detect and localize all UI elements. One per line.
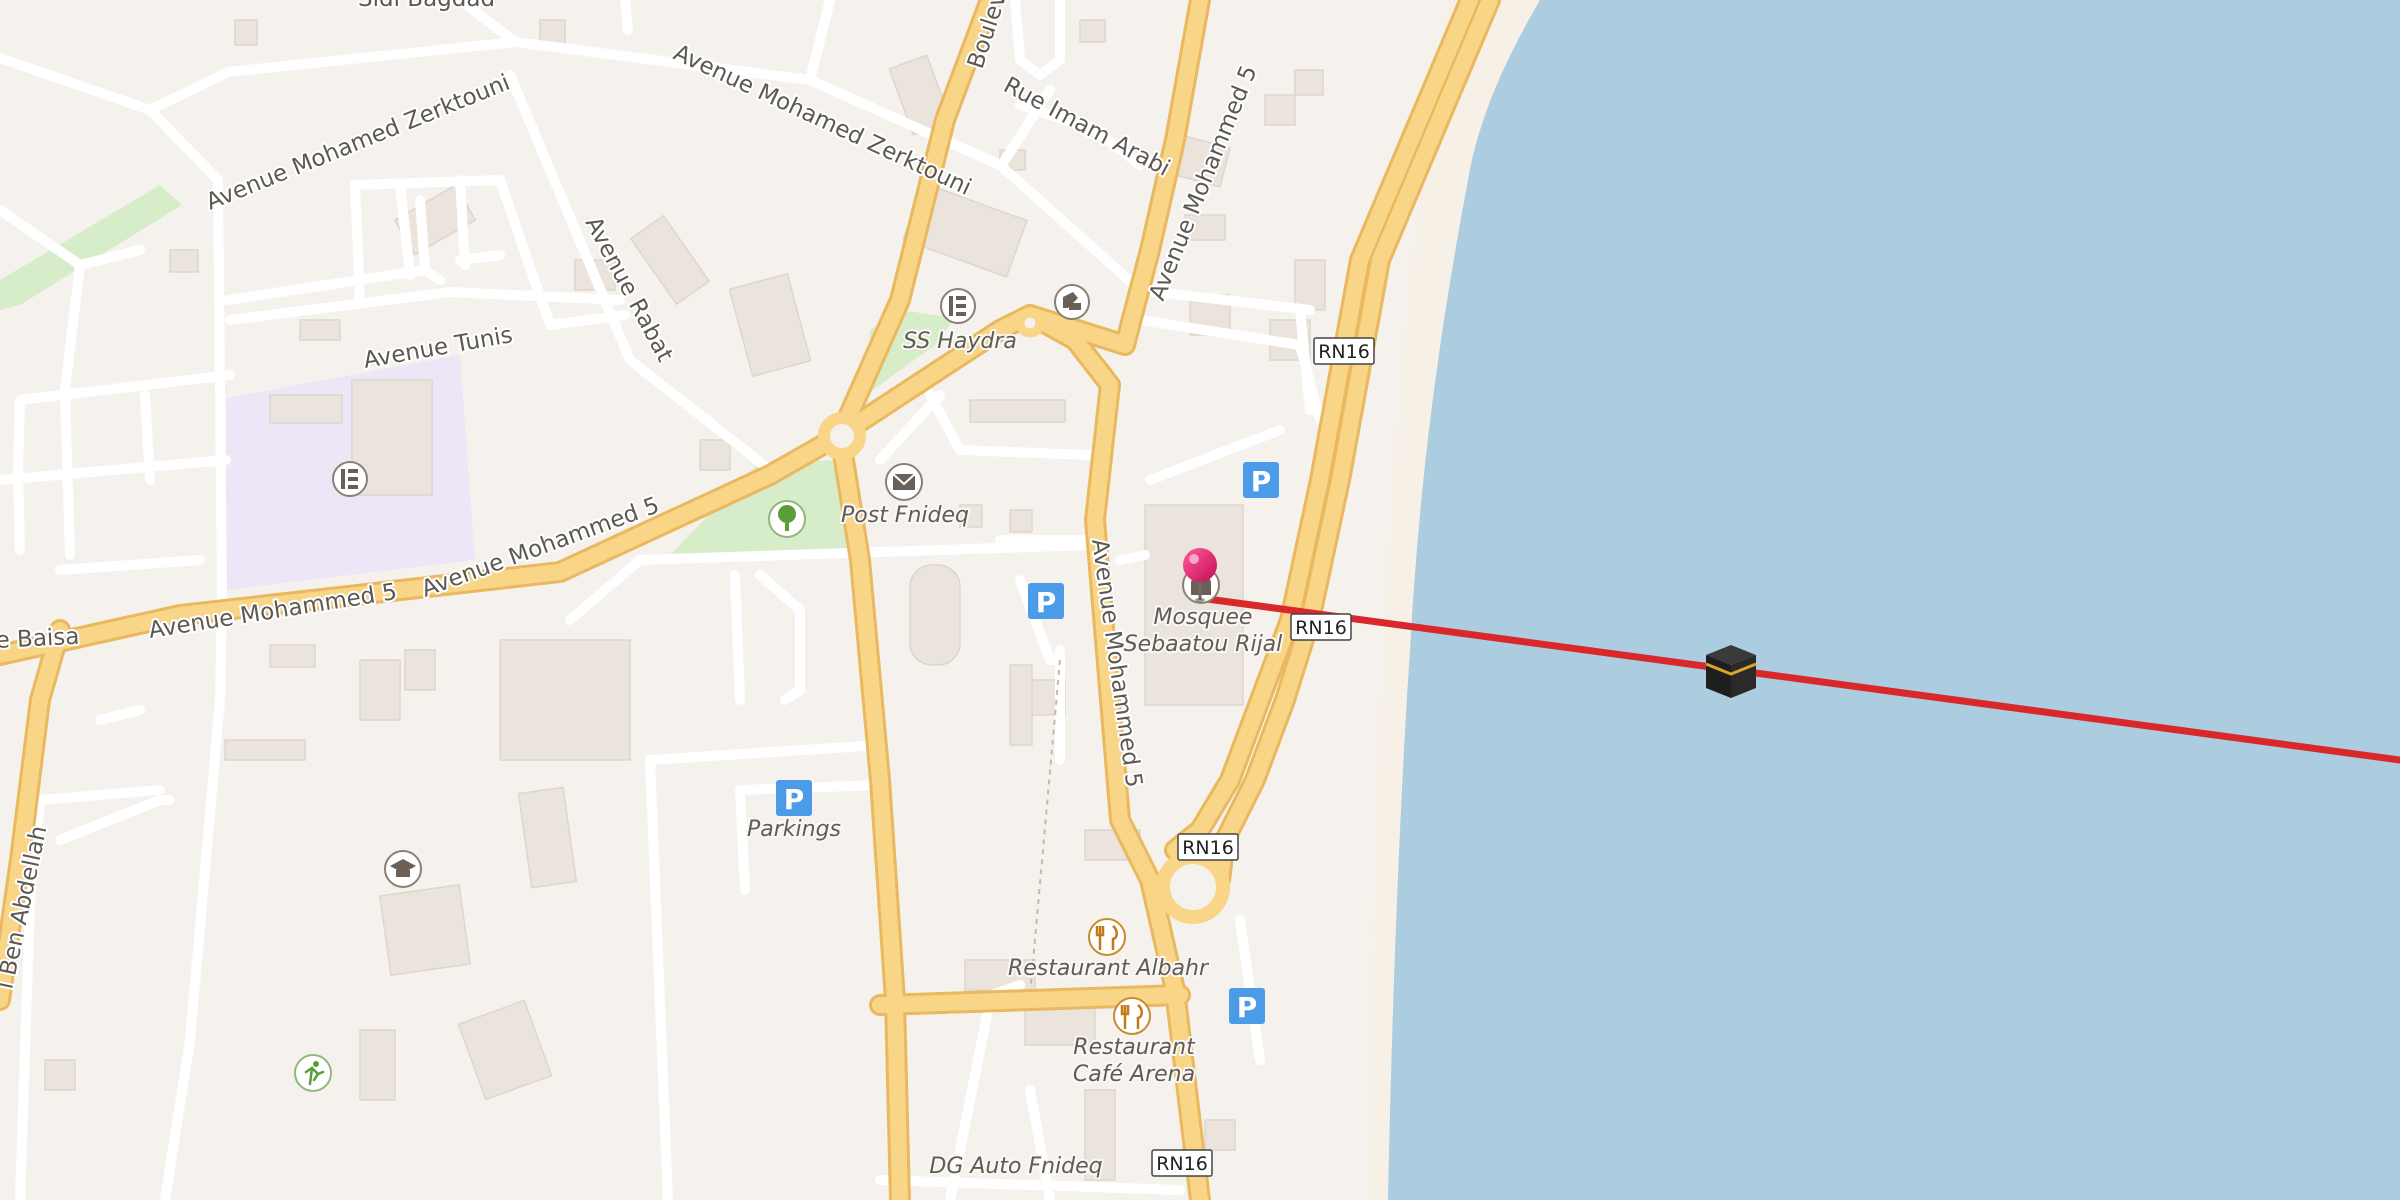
sports-icon[interactable] (294, 1054, 332, 1092)
street-label-baisa: e Baisa (0, 624, 80, 654)
parking-icon[interactable]: P (1243, 462, 1279, 498)
map-svg[interactable]: Avenue Mohamed Zerktouni Avenue Mohamed … (0, 0, 2400, 1200)
svg-text:P: P (1237, 991, 1258, 1024)
kaaba-icon[interactable] (1705, 645, 1757, 698)
roundabout-west (818, 412, 866, 460)
parking-icon[interactable]: P (776, 780, 812, 816)
road-shield-rn16-bottom: RN16 (1151, 1149, 1213, 1177)
svg-text:RN16: RN16 (1182, 837, 1234, 859)
poi-label-sebaatou-rijal: Sebaatou Rijal (1124, 632, 1283, 657)
svg-text:RN16: RN16 (1295, 617, 1347, 639)
street-label-top: Sidi Bagdad (358, 0, 495, 12)
roundabout-north (1015, 308, 1045, 338)
svg-text:P: P (784, 783, 805, 816)
restaurant-icon[interactable] (1113, 997, 1151, 1035)
restaurant-icon[interactable] (1088, 918, 1126, 956)
poi-label-parkings: Parkings (747, 817, 841, 842)
svg-text:P: P (1036, 586, 1057, 619)
parking-icon[interactable]: P (1028, 583, 1064, 619)
post-office-icon[interactable] (885, 463, 923, 501)
graduation-cap-icon[interactable] (384, 850, 422, 888)
poi-label-cafe-arena: Café Arena (1073, 1062, 1195, 1087)
roundabout-south (1156, 850, 1230, 924)
park-tree-icon[interactable] (768, 500, 806, 538)
school-icon[interactable] (940, 288, 976, 324)
poi-label-mosquee: Mosquee (1154, 605, 1253, 630)
poi-label-ss-haydra: SS Haydra (903, 329, 1017, 354)
school-icon[interactable] (332, 461, 368, 497)
poi-label-restaurant: Restaurant (1073, 1035, 1196, 1060)
road-shield-rn16-south: RN16 (1177, 833, 1239, 861)
poi-label-dg-auto-fnideq: DG Auto Fnideq (929, 1154, 1102, 1179)
svg-text:RN16: RN16 (1318, 341, 1370, 363)
svg-text:P: P (1251, 465, 1272, 498)
sea-area (1388, 0, 2400, 1200)
road-shield-rn16-mid: RN16 (1290, 613, 1352, 641)
poi-label-restaurant-albahr: Restaurant Albahr (1008, 956, 1210, 981)
svg-text:RN16: RN16 (1156, 1153, 1208, 1175)
road-shield-rn16-north: RN16 (1313, 337, 1375, 365)
poi-label-post-fnideq: Post Fnideq (841, 503, 969, 528)
car-repair-icon[interactable] (1054, 284, 1090, 320)
parking-icon[interactable]: P (1229, 988, 1265, 1024)
map-canvas[interactable]: Avenue Mohamed Zerktouni Avenue Mohamed … (0, 0, 2400, 1200)
